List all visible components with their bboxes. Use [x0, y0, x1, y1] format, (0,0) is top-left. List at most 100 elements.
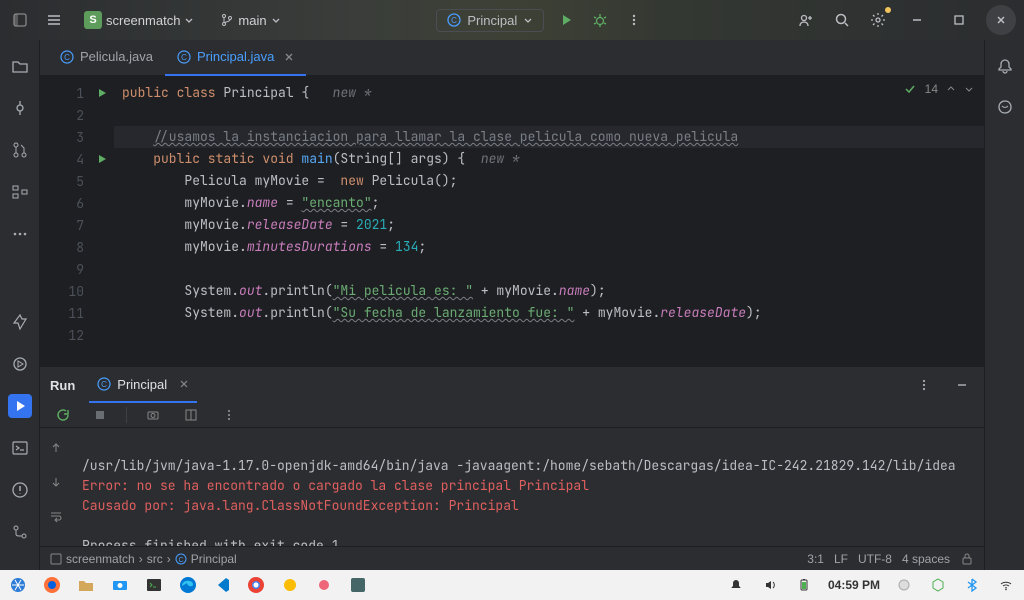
vcs-tool-icon[interactable]	[8, 520, 32, 544]
bluetooth-icon[interactable]	[962, 575, 982, 595]
battery-icon[interactable]	[794, 575, 814, 595]
problems-tool-icon[interactable]	[8, 478, 32, 502]
project-dropdown[interactable]: S screenmatch	[76, 8, 202, 32]
svg-text:C: C	[64, 53, 70, 62]
tray-icon[interactable]	[894, 575, 914, 595]
run-panel-title: Run	[50, 378, 75, 393]
output-error: Causado por: java.lang.ClassNotFoundExce…	[82, 497, 519, 514]
indent-info[interactable]: 4 spaces	[902, 552, 950, 566]
commit-tool-icon[interactable]	[8, 96, 32, 120]
run-line-icon[interactable]	[96, 87, 108, 99]
readonly-icon[interactable]	[960, 552, 974, 566]
maximize-button[interactable]	[944, 5, 974, 35]
svg-text:C: C	[178, 557, 183, 564]
hamburger-icon[interactable]	[42, 8, 66, 32]
chrome-icon[interactable]	[246, 575, 266, 595]
notifications-tray-icon[interactable]	[726, 575, 746, 595]
chevron-down-icon[interactable]	[964, 84, 974, 94]
hide-panel-icon[interactable]	[950, 373, 974, 397]
tab-label: Principal.java	[197, 49, 274, 64]
terminal-app-icon[interactable]	[144, 575, 164, 595]
breadcrumb[interactable]: screenmatch › src › C Principal	[50, 552, 237, 566]
app-menu-icon[interactable]	[8, 8, 32, 32]
module-icon	[50, 553, 62, 565]
right-toolstrip	[984, 40, 1024, 570]
run-output[interactable]: /usr/lib/jvm/java-1.17.0-openjdk-amd64/b…	[72, 428, 984, 564]
app-icon[interactable]	[280, 575, 300, 595]
run-gutter	[90, 76, 114, 366]
run-panel: Run C Principal	[40, 366, 984, 546]
files-icon[interactable]	[76, 575, 96, 595]
search-icon[interactable]	[830, 8, 854, 32]
tab-principal[interactable]: C Principal.java	[165, 40, 306, 76]
close-button[interactable]	[986, 5, 1016, 35]
start-menu-icon[interactable]	[8, 575, 28, 595]
code-editor[interactable]: 1 2 3 4 5 6 7 8 9 10 11 12	[40, 76, 984, 366]
left-toolstrip	[0, 40, 40, 570]
project-tool-icon[interactable]	[8, 54, 32, 78]
output-cmd: /usr/lib/jvm/java-1.17.0-openjdk-amd64/b…	[82, 457, 956, 474]
run-tool-icon[interactable]	[8, 394, 32, 418]
run-panel-more-icon[interactable]	[912, 373, 936, 397]
scroll-up-icon[interactable]	[44, 436, 68, 460]
tab-pelicula[interactable]: C Pelicula.java	[48, 40, 165, 76]
edge-icon[interactable]	[178, 575, 198, 595]
run-button[interactable]	[554, 8, 578, 32]
pull-requests-icon[interactable]	[8, 138, 32, 162]
volume-icon[interactable]	[760, 575, 780, 595]
terminal-tool-icon[interactable]	[8, 436, 32, 460]
tray-icon[interactable]	[928, 575, 948, 595]
scroll-down-icon[interactable]	[44, 470, 68, 494]
stop-icon[interactable]	[88, 403, 112, 427]
os-taskbar: 04:59 PM	[0, 570, 1024, 600]
line-ending[interactable]: LF	[834, 552, 848, 566]
svg-text:C: C	[101, 380, 107, 389]
chevron-up-icon[interactable]	[946, 84, 956, 94]
more-actions-icon[interactable]	[622, 8, 646, 32]
close-icon[interactable]	[179, 379, 189, 389]
notifications-icon[interactable]	[993, 54, 1017, 78]
services-tool-icon[interactable]	[8, 352, 32, 376]
class-icon: C	[177, 50, 191, 64]
branch-icon	[220, 13, 234, 27]
layout-icon[interactable]	[179, 403, 203, 427]
run-more-icon[interactable]	[217, 403, 241, 427]
clock[interactable]: 04:59 PM	[828, 578, 880, 592]
output-error: Error: no se ha encontrado o cargado la …	[82, 477, 589, 494]
file-encoding[interactable]: UTF-8	[858, 552, 892, 566]
run-line-icon[interactable]	[96, 153, 108, 165]
intellij-icon[interactable]	[348, 575, 368, 595]
ai-assistant-icon[interactable]	[993, 96, 1017, 120]
code-content[interactable]: public class Principal { new * //usamos …	[114, 76, 984, 366]
settings-icon[interactable]	[866, 8, 890, 32]
inspection-widget[interactable]: 14	[903, 82, 974, 96]
app-icon[interactable]	[314, 575, 334, 595]
debug-button[interactable]	[588, 8, 612, 32]
class-icon: C	[175, 553, 187, 565]
code-with-me-icon[interactable]	[794, 8, 818, 32]
class-icon: C	[447, 13, 461, 27]
wifi-icon[interactable]	[996, 575, 1016, 595]
build-tool-icon[interactable]	[8, 310, 32, 334]
rerun-icon[interactable]	[50, 403, 74, 427]
vscode-icon[interactable]	[212, 575, 232, 595]
caret-position[interactable]: 3:1	[807, 552, 824, 566]
project-name: screenmatch	[106, 13, 180, 28]
line-gutter: 1 2 3 4 5 6 7 8 9 10 11 12	[40, 76, 90, 366]
firefox-icon[interactable]	[42, 575, 62, 595]
branch-dropdown[interactable]: main	[212, 10, 288, 31]
run-config-dropdown[interactable]: C Principal	[436, 9, 544, 32]
more-tools-icon[interactable]	[8, 222, 32, 246]
camera-icon[interactable]	[110, 575, 130, 595]
svg-text:C: C	[451, 16, 457, 25]
run-tab[interactable]: C Principal	[89, 367, 197, 403]
close-tab-icon[interactable]	[284, 52, 294, 62]
run-config-name: Principal	[467, 13, 517, 28]
screenshot-icon[interactable]	[141, 403, 165, 427]
run-tab-label: Principal	[117, 377, 167, 392]
structure-tool-icon[interactable]	[8, 180, 32, 204]
minimize-button[interactable]	[902, 5, 932, 35]
class-icon: C	[60, 50, 74, 64]
branch-name: main	[238, 13, 266, 28]
soft-wrap-icon[interactable]	[44, 504, 68, 528]
